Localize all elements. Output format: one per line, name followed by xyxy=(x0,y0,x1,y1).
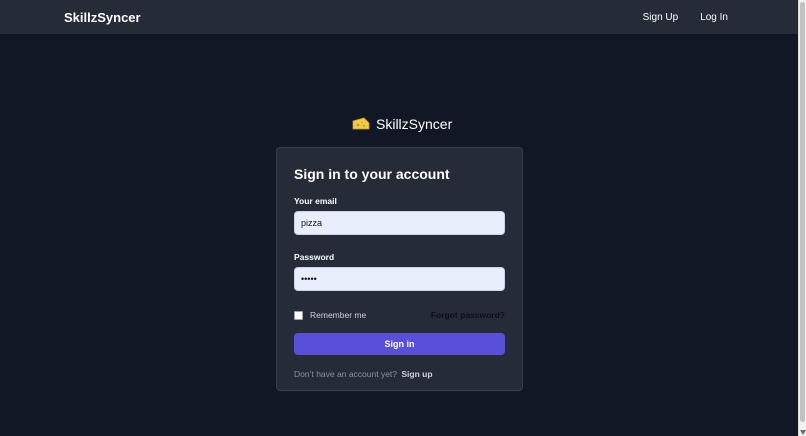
login-page: SkillzSyncer Sign Up Log In SkillzSyncer… xyxy=(0,0,806,436)
signup-prompt: Don’t have an account yet? Sign up xyxy=(294,369,505,379)
sign-up-link[interactable]: Sign up xyxy=(401,369,432,379)
scrollbar-thumb[interactable] xyxy=(800,2,805,422)
remember-me-checkbox[interactable] xyxy=(294,310,303,320)
password-label: Password xyxy=(294,252,335,262)
card-title: Sign in to your account xyxy=(294,166,450,182)
scroll-down-arrow-icon[interactable] xyxy=(800,430,806,435)
sign-in-card: Sign in to your account Your email Passw… xyxy=(276,147,523,391)
cheese-icon xyxy=(352,117,370,130)
sign-in-button[interactable]: Sign in xyxy=(294,333,505,355)
password-field[interactable] xyxy=(294,267,505,291)
forgot-password-link[interactable]: Forgot password? xyxy=(431,310,505,320)
app-logo: SkillzSyncer xyxy=(352,116,452,132)
navbar-links: Sign Up Log In xyxy=(643,12,728,23)
navbar-brand[interactable]: SkillzSyncer xyxy=(64,10,141,25)
logo-text: SkillzSyncer xyxy=(376,116,453,132)
email-label: Your email xyxy=(294,196,337,206)
vertical-scrollbar[interactable] xyxy=(798,0,806,436)
top-navbar: SkillzSyncer Sign Up Log In xyxy=(0,0,798,34)
no-account-text: Don’t have an account yet? xyxy=(294,369,398,379)
nav-link-log-in[interactable]: Log In xyxy=(700,12,728,23)
email-field[interactable] xyxy=(294,211,505,235)
remember-me-group: Remember me xyxy=(294,310,366,320)
nav-link-sign-up[interactable]: Sign Up xyxy=(643,12,679,23)
remember-me-label[interactable]: Remember me xyxy=(310,310,366,320)
options-row: Remember me Forgot password? xyxy=(294,310,505,320)
